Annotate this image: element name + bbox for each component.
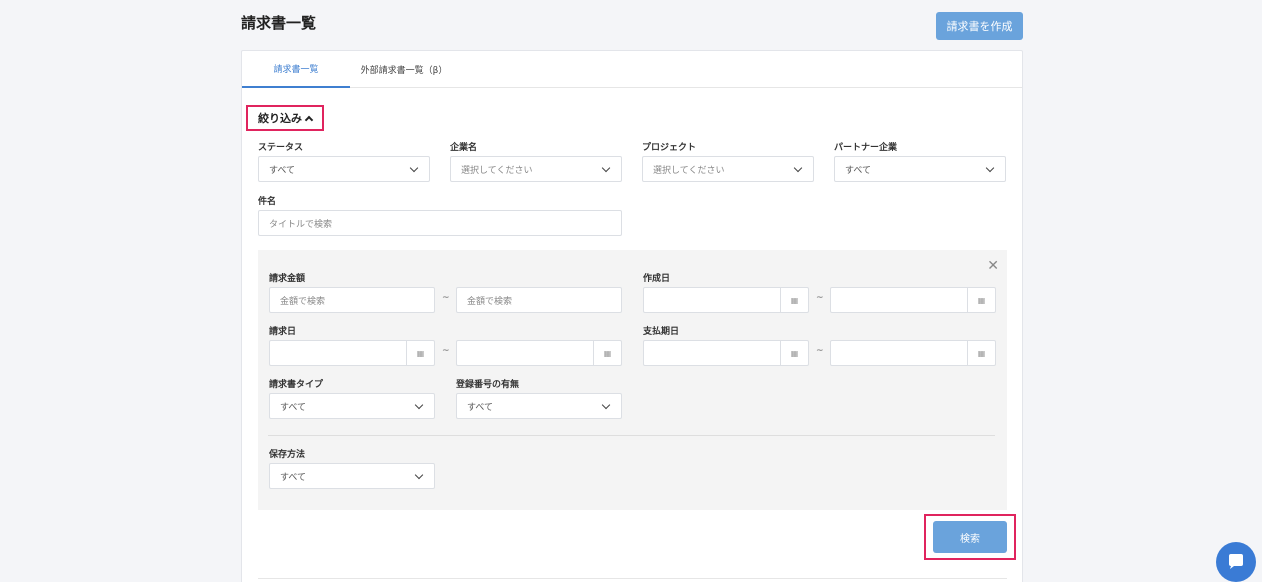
invoice-date-label: 請求日: [269, 327, 297, 337]
chevron-up-icon: [304, 115, 314, 124]
chevron-down-icon: [409, 163, 419, 173]
divider: [258, 578, 1007, 579]
amount-range-separator: ~: [442, 293, 450, 303]
calendar-icon[interactable]: ▦: [780, 341, 808, 365]
project-label: プロジェクト: [642, 143, 697, 153]
created-to-date[interactable]: ▦: [830, 287, 996, 313]
subject-input[interactable]: タイトルで検索: [258, 210, 622, 236]
storage-select[interactable]: すべて: [269, 463, 435, 489]
storage-label: 保存方法: [269, 450, 306, 460]
chevron-down-icon: [414, 400, 424, 410]
partner-select[interactable]: すべて: [834, 156, 1006, 182]
invoice-type-value: すべて: [280, 402, 307, 413]
project-select[interactable]: 選択してください: [642, 156, 814, 182]
create-invoice-button[interactable]: 請求書を作成: [936, 12, 1023, 40]
registration-select[interactable]: すべて: [456, 393, 622, 419]
status-select[interactable]: すべて: [258, 156, 430, 182]
advanced-filter-panel: ✕ 請求金額 金額で検索 ~ 金額で検索 作成日 ▦ ~ ▦ 請求日 ▦ ~ ▦…: [258, 250, 1007, 510]
chevron-down-icon: [601, 163, 611, 173]
chevron-down-icon: [601, 400, 611, 410]
calendar-icon[interactable]: ▦: [406, 341, 434, 365]
company-select[interactable]: 選択してください: [450, 156, 622, 182]
payment-due-label: 支払期日: [643, 327, 680, 337]
registration-value: すべて: [467, 402, 494, 413]
calendar-icon[interactable]: ▦: [593, 341, 621, 365]
tab-external-invoice-list[interactable]: 外部請求書一覧（β）: [350, 51, 458, 88]
tab-invoice-list[interactable]: 請求書一覧: [242, 51, 350, 88]
storage-value: すべて: [280, 472, 307, 483]
subject-label: 件名: [258, 197, 277, 207]
subject-input-placeholder: タイトルで検索: [269, 219, 333, 230]
company-label: 企業名: [450, 143, 478, 153]
chat-support-button[interactable]: [1216, 542, 1256, 582]
invoice-date-range-separator: ~: [442, 346, 450, 356]
filter-toggle-label: 絞り込み: [258, 112, 302, 125]
amount-to-input[interactable]: 金額で検索: [456, 287, 622, 313]
invoice-date-from[interactable]: ▦: [269, 340, 435, 366]
close-icon[interactable]: ✕: [987, 258, 999, 274]
amount-label: 請求金額: [269, 274, 306, 284]
registration-label: 登録番号の有無: [456, 380, 520, 390]
status-select-value: すべて: [269, 165, 296, 176]
calendar-icon[interactable]: ▦: [967, 288, 995, 312]
payment-due-range-separator: ~: [816, 346, 824, 356]
divider: [268, 435, 995, 436]
partner-label: パートナー企業: [834, 143, 898, 153]
invoice-list-card: 請求書一覧 外部請求書一覧（β） 絞り込み ステータス 企業名 プロジェクト パ…: [241, 50, 1023, 582]
company-select-placeholder: 選択してください: [461, 165, 533, 176]
project-select-placeholder: 選択してください: [653, 165, 725, 176]
calendar-icon[interactable]: ▦: [780, 288, 808, 312]
created-from-date[interactable]: ▦: [643, 287, 809, 313]
invoice-type-label: 請求書タイプ: [269, 380, 324, 390]
amount-from-placeholder: 金額で検索: [280, 296, 326, 307]
filter-toggle[interactable]: 絞り込み: [246, 105, 324, 131]
status-label: ステータス: [258, 143, 304, 153]
invoice-type-select[interactable]: すべて: [269, 393, 435, 419]
amount-from-input[interactable]: 金額で検索: [269, 287, 435, 313]
amount-to-placeholder: 金額で検索: [467, 296, 513, 307]
created-range-separator: ~: [816, 293, 824, 303]
tab-bar: 請求書一覧 外部請求書一覧（β）: [242, 51, 1022, 88]
created-date-label: 作成日: [643, 274, 671, 284]
chevron-down-icon: [414, 470, 424, 480]
payment-due-from[interactable]: ▦: [643, 340, 809, 366]
partner-select-value: すべて: [845, 165, 872, 176]
payment-due-to[interactable]: ▦: [830, 340, 996, 366]
calendar-icon[interactable]: ▦: [967, 341, 995, 365]
chevron-down-icon: [985, 163, 995, 173]
search-button[interactable]: 検索: [933, 521, 1007, 553]
invoice-date-to[interactable]: ▦: [456, 340, 622, 366]
page-title: 請求書一覧: [241, 14, 317, 32]
chevron-down-icon: [793, 163, 803, 173]
chat-icon: [1229, 554, 1243, 569]
